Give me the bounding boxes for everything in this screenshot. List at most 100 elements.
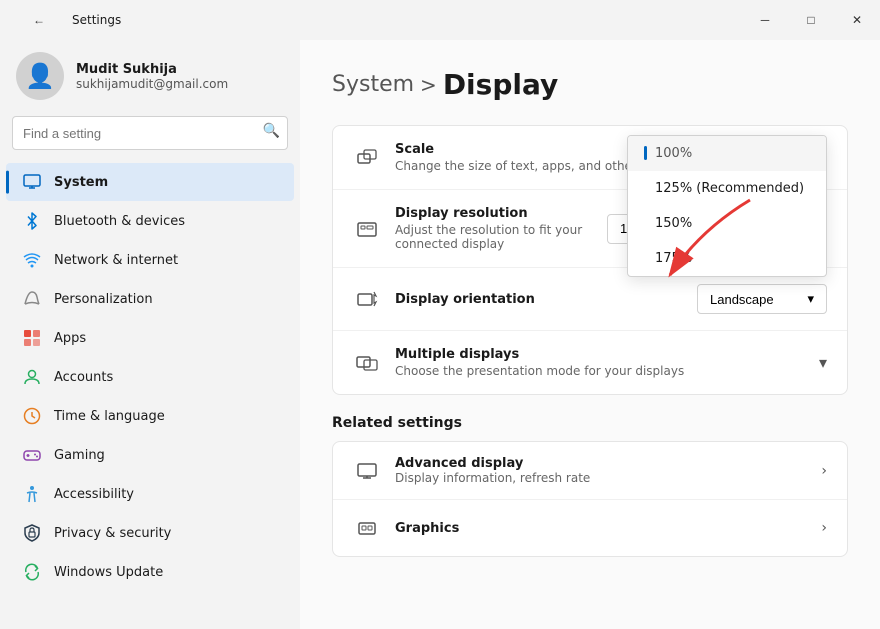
sidebar-item-personalization[interactable]: Personalization (6, 280, 294, 318)
search-container: 🔍 (0, 116, 300, 162)
sidebar-item-privacy-label: Privacy & security (54, 526, 171, 541)
settings-card-main: Scale Change the size of text, apps, and… (332, 125, 848, 395)
sidebar-item-system[interactable]: System (6, 163, 294, 201)
sidebar-item-bluetooth-label: Bluetooth & devices (54, 214, 185, 229)
accessibility-icon (22, 484, 42, 504)
sidebar-item-privacy[interactable]: Privacy & security (6, 514, 294, 552)
apps-icon (22, 328, 42, 348)
breadcrumb: System > Display (332, 68, 848, 101)
titlebar: ← Settings ─ □ ✕ (0, 0, 880, 40)
scale-control: 100% ▾ 100% 125% (Rec (707, 143, 827, 173)
sidebar-item-system-label: System (54, 175, 108, 190)
network-icon (22, 250, 42, 270)
resolution-label: Display resolution (395, 206, 607, 221)
multiple-displays-description: Choose the presentation mode for your di… (395, 364, 819, 378)
avatar: 👤 (16, 52, 64, 100)
sidebar-item-accessibility-label: Accessibility (54, 487, 134, 502)
gaming-icon (22, 445, 42, 465)
user-email: sukhijamudit@gmail.com (76, 77, 228, 91)
nav-list: System Bluetooth & devices (0, 162, 300, 621)
scale-option-150[interactable]: 150% (628, 206, 826, 241)
content-area: System > Display Scale Change the size o… (300, 40, 880, 629)
graphics-label: Graphics (395, 521, 821, 536)
scale-icon (353, 144, 381, 172)
orientation-control: Landscape ▾ (697, 284, 827, 314)
multiple-displays-icon (353, 349, 381, 377)
sidebar-item-update[interactable]: Windows Update (6, 553, 294, 591)
sidebar-item-update-label: Windows Update (54, 565, 163, 580)
scale-option-175[interactable]: 175% (628, 241, 826, 276)
multiple-displays-control: ▾ (819, 353, 827, 373)
sidebar-item-apps-label: Apps (54, 331, 86, 346)
graphics-row[interactable]: Graphics › (333, 500, 847, 556)
advanced-display-chevron-right-icon: › (821, 463, 827, 479)
multiple-displays-expand-button[interactable]: ▾ (819, 353, 827, 373)
orientation-icon (353, 285, 381, 313)
orientation-text: Display orientation (395, 292, 697, 307)
sidebar-item-bluetooth[interactable]: Bluetooth & devices (6, 202, 294, 240)
resolution-icon (353, 215, 381, 243)
sidebar-item-personalization-label: Personalization (54, 292, 153, 307)
sidebar-item-accessibility[interactable]: Accessibility (6, 475, 294, 513)
breadcrumb-parent: System (332, 72, 414, 97)
orientation-chevron-down-icon: ▾ (807, 291, 814, 307)
multiple-displays-row: Multiple displays Choose the presentatio… (333, 331, 847, 394)
accounts-icon (22, 367, 42, 387)
search-input[interactable] (12, 116, 288, 150)
user-info: Mudit Sukhija sukhijamudit@gmail.com (76, 62, 228, 91)
orientation-label: Display orientation (395, 292, 697, 307)
orientation-row: Display orientation Landscape ▾ (333, 268, 847, 331)
graphics-text: Graphics (395, 521, 821, 536)
system-icon (22, 172, 42, 192)
sidebar: 👤 Mudit Sukhija sukhijamudit@gmail.com 🔍 (0, 40, 300, 629)
app-body: 👤 Mudit Sukhija sukhijamudit@gmail.com 🔍 (0, 40, 880, 629)
time-icon (22, 406, 42, 426)
sidebar-item-gaming[interactable]: Gaming (6, 436, 294, 474)
multiple-displays-text: Multiple displays Choose the presentatio… (395, 347, 819, 378)
advanced-display-icon (353, 457, 381, 485)
resolution-text: Display resolution Adjust the resolution… (395, 206, 607, 251)
close-button[interactable]: ✕ (834, 0, 880, 40)
graphics-icon (353, 514, 381, 542)
sidebar-item-time[interactable]: Time & language (6, 397, 294, 435)
sidebar-item-network-label: Network & internet (54, 253, 178, 268)
scale-row: Scale Change the size of text, apps, and… (333, 126, 847, 190)
sidebar-item-gaming-label: Gaming (54, 448, 105, 463)
orientation-current-value: Landscape (710, 292, 774, 307)
advanced-display-label: Advanced display (395, 456, 821, 471)
breadcrumb-current: Display (443, 68, 558, 101)
multiple-displays-label: Multiple displays (395, 347, 819, 362)
minimize-button[interactable]: ─ (742, 0, 788, 40)
titlebar-controls: ─ □ ✕ (742, 0, 880, 40)
scale-option-125[interactable]: 125% (Recommended) (628, 171, 826, 206)
related-settings-title: Related settings (332, 415, 848, 431)
user-name: Mudit Sukhija (76, 62, 228, 77)
personalization-icon (22, 289, 42, 309)
back-button[interactable]: ← (16, 0, 62, 40)
advanced-display-row[interactable]: Advanced display Display information, re… (333, 442, 847, 500)
advanced-display-description: Display information, refresh rate (395, 471, 821, 485)
sidebar-item-accounts[interactable]: Accounts (6, 358, 294, 396)
user-profile[interactable]: 👤 Mudit Sukhija sukhijamudit@gmail.com (0, 40, 300, 116)
sidebar-item-accounts-label: Accounts (54, 370, 113, 385)
titlebar-left: ← Settings (16, 0, 121, 40)
titlebar-title: Settings (72, 13, 121, 27)
scale-dropdown-wrap: 100% ▾ 100% 125% (Rec (707, 143, 827, 173)
bluetooth-icon (22, 211, 42, 231)
breadcrumb-separator: > (420, 73, 437, 97)
advanced-display-text: Advanced display Display information, re… (395, 456, 821, 485)
orientation-dropdown-button[interactable]: Landscape ▾ (697, 284, 827, 314)
scale-dropdown-popup: 100% 125% (Recommended) 150% (627, 135, 827, 277)
sidebar-item-apps[interactable]: Apps (6, 319, 294, 357)
update-icon (22, 562, 42, 582)
resolution-description: Adjust the resolution to fit your connec… (395, 223, 607, 251)
graphics-chevron-right-icon: › (821, 520, 827, 536)
user-avatar-icon: 👤 (25, 62, 55, 90)
search-icon: 🔍 (263, 123, 280, 139)
sidebar-item-network[interactable]: Network & internet (6, 241, 294, 279)
related-settings-card: Advanced display Display information, re… (332, 441, 848, 557)
scale-option-100[interactable]: 100% (628, 136, 826, 171)
privacy-icon (22, 523, 42, 543)
sidebar-item-time-label: Time & language (54, 409, 165, 424)
maximize-button[interactable]: □ (788, 0, 834, 40)
